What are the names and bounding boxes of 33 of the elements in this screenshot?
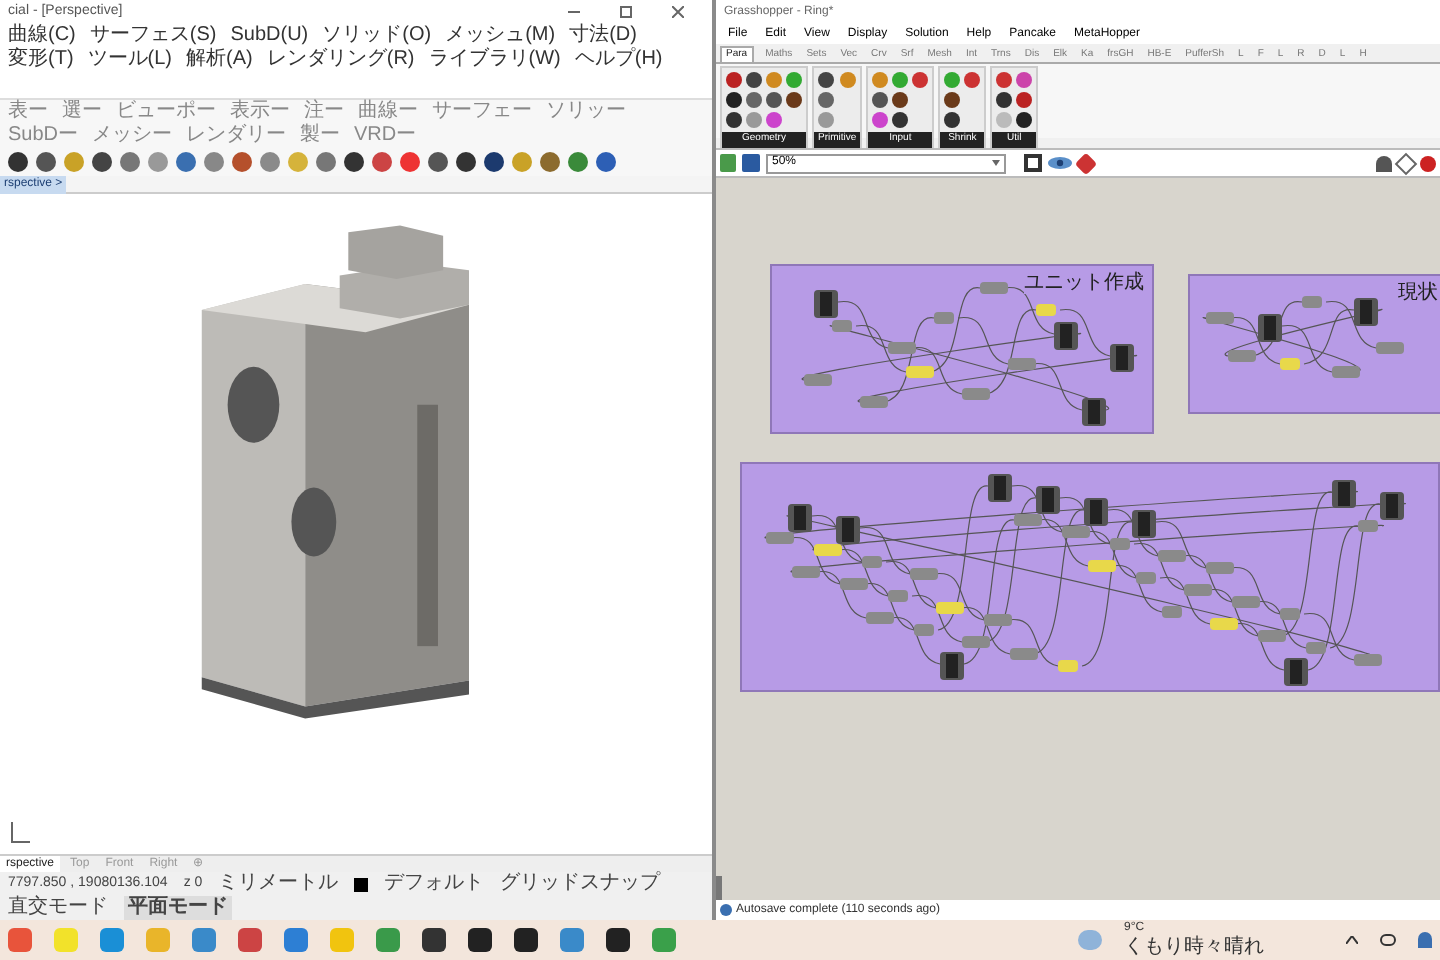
menu-item[interactable]: ヘルプ(H) bbox=[574, 48, 663, 72]
weather-description: くもり時々晴れ bbox=[1124, 936, 1264, 958]
status-toggle[interactable]: 直交モード bbox=[8, 896, 108, 920]
toolbar-tab[interactable]: 表ー bbox=[8, 100, 48, 124]
toolbar-tab[interactable]: 選ー bbox=[62, 100, 102, 124]
toolbar-tab[interactable]: 製ー bbox=[300, 124, 341, 148]
menu-item[interactable]: SubD(U) bbox=[230, 24, 309, 48]
units-label: ミリメートル bbox=[218, 872, 339, 896]
menu-item[interactable]: メッシュ(M) bbox=[445, 24, 556, 48]
toolbar-tab[interactable]: VRDー bbox=[354, 124, 417, 148]
menu-item[interactable]: 変形(T) bbox=[8, 48, 74, 72]
menu-item[interactable]: ツール(L) bbox=[87, 48, 173, 72]
toolbar-tab[interactable]: 曲線ー bbox=[358, 100, 418, 124]
menu-item[interactable]: 曲線(C) bbox=[8, 24, 76, 48]
menu-item[interactable]: 解析(A) bbox=[186, 48, 253, 72]
status-toggle[interactable]: グリッドスナップ bbox=[500, 872, 661, 896]
toolbar-tab[interactable]: 表示ー bbox=[230, 100, 290, 124]
toolbar-tab[interactable]: 注ー bbox=[304, 100, 344, 124]
menu-item[interactable]: レンダリング(R) bbox=[266, 48, 415, 72]
toolbar-tab[interactable]: メッシー bbox=[92, 124, 173, 148]
toolbar-tab[interactable]: レンダリー bbox=[186, 124, 287, 148]
status-toggle[interactable]: 平面モード bbox=[124, 896, 232, 920]
menu-item[interactable]: ライブラリ(W) bbox=[428, 48, 561, 72]
menu-item[interactable]: 寸法(D) bbox=[569, 24, 637, 48]
layer-label[interactable]: デフォルト bbox=[384, 872, 485, 896]
toolbar-tab[interactable]: ビューポー bbox=[116, 100, 216, 124]
menu-item[interactable]: ソリッド(O) bbox=[322, 24, 432, 48]
toolbar-tab[interactable]: SubDー bbox=[8, 124, 79, 148]
group-title: ユニット作成 bbox=[1024, 272, 1144, 294]
toolbar-tab[interactable]: サーフェー bbox=[432, 100, 532, 124]
toolbar-tab[interactable]: ソリッー bbox=[546, 100, 626, 124]
menu-item[interactable]: サーフェス(S) bbox=[89, 24, 217, 48]
group-title: 現状 bbox=[1398, 282, 1438, 304]
